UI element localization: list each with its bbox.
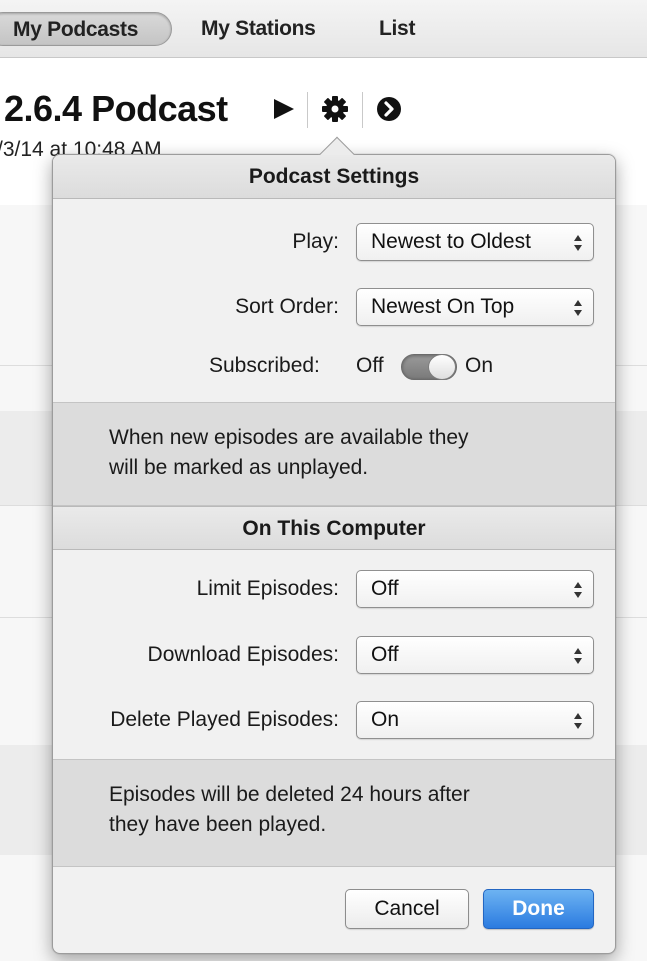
podcast-settings-title: Podcast Settings (53, 155, 615, 199)
tab-list[interactable]: List (379, 12, 415, 46)
info-text: When new episodes are available they (109, 426, 469, 449)
info-text: will be marked as unplayed. (109, 456, 369, 479)
toggle-knob (428, 354, 456, 380)
delete-played-value: On (371, 708, 400, 731)
podcast-title: 2.6.4 Podcast (4, 88, 228, 129)
header-separator (362, 92, 363, 128)
info-text: they have been played. (109, 813, 327, 836)
info-text: Episodes will be deleted 24 hours after (109, 783, 470, 806)
sort-order-value: Newest On Top (371, 295, 515, 318)
subscribed-off-label: Off (356, 354, 384, 377)
up-down-arrows-icon (574, 300, 582, 316)
header-separator (307, 92, 308, 128)
tab-my-stations[interactable]: My Stations (201, 12, 316, 46)
play-label: Play: (292, 230, 339, 253)
limit-episodes-label: Limit Episodes: (196, 577, 339, 600)
sort-order-label: Sort Order: (235, 295, 339, 318)
subscribed-toggle[interactable] (401, 354, 457, 380)
download-episodes-label: Download Episodes: (147, 643, 339, 666)
tab-my-podcasts[interactable]: My Podcasts (0, 12, 172, 46)
up-down-arrows-icon (574, 235, 582, 251)
view-switcher-bar: My Podcasts My Stations List (0, 0, 647, 58)
download-episodes-value: Off (371, 643, 399, 666)
delete-info: Episodes will be deleted 24 hours after … (53, 759, 615, 867)
limit-episodes-select[interactable]: Off (356, 570, 594, 608)
play-order-select[interactable]: Newest to Oldest (356, 223, 594, 261)
subscribed-on-label: On (465, 354, 494, 377)
done-button[interactable]: Done (483, 889, 594, 929)
play-order-value: Newest to Oldest (371, 230, 531, 253)
podcast-settings-popover: Podcast Settings Play: Newest to Oldest … (52, 136, 616, 954)
delete-played-select[interactable]: On (356, 701, 594, 739)
on-this-computer-title: On This Computer (53, 506, 615, 550)
up-down-arrows-icon (574, 582, 582, 598)
delete-played-label: Delete Played Episodes: (110, 708, 339, 731)
gear-icon[interactable] (320, 94, 350, 124)
subscribed-label: Subscribed: (209, 354, 320, 377)
play-icon[interactable] (268, 94, 298, 124)
unplayed-info: When new episodes are available they wil… (53, 402, 615, 506)
sort-order-select[interactable]: Newest On Top (356, 288, 594, 326)
up-down-arrows-icon (574, 713, 582, 729)
download-episodes-select[interactable]: Off (356, 636, 594, 674)
limit-episodes-value: Off (371, 577, 399, 600)
chevron-right-circle-icon[interactable] (374, 94, 404, 124)
up-down-arrows-icon (574, 648, 582, 664)
cancel-button[interactable]: Cancel (345, 889, 469, 929)
